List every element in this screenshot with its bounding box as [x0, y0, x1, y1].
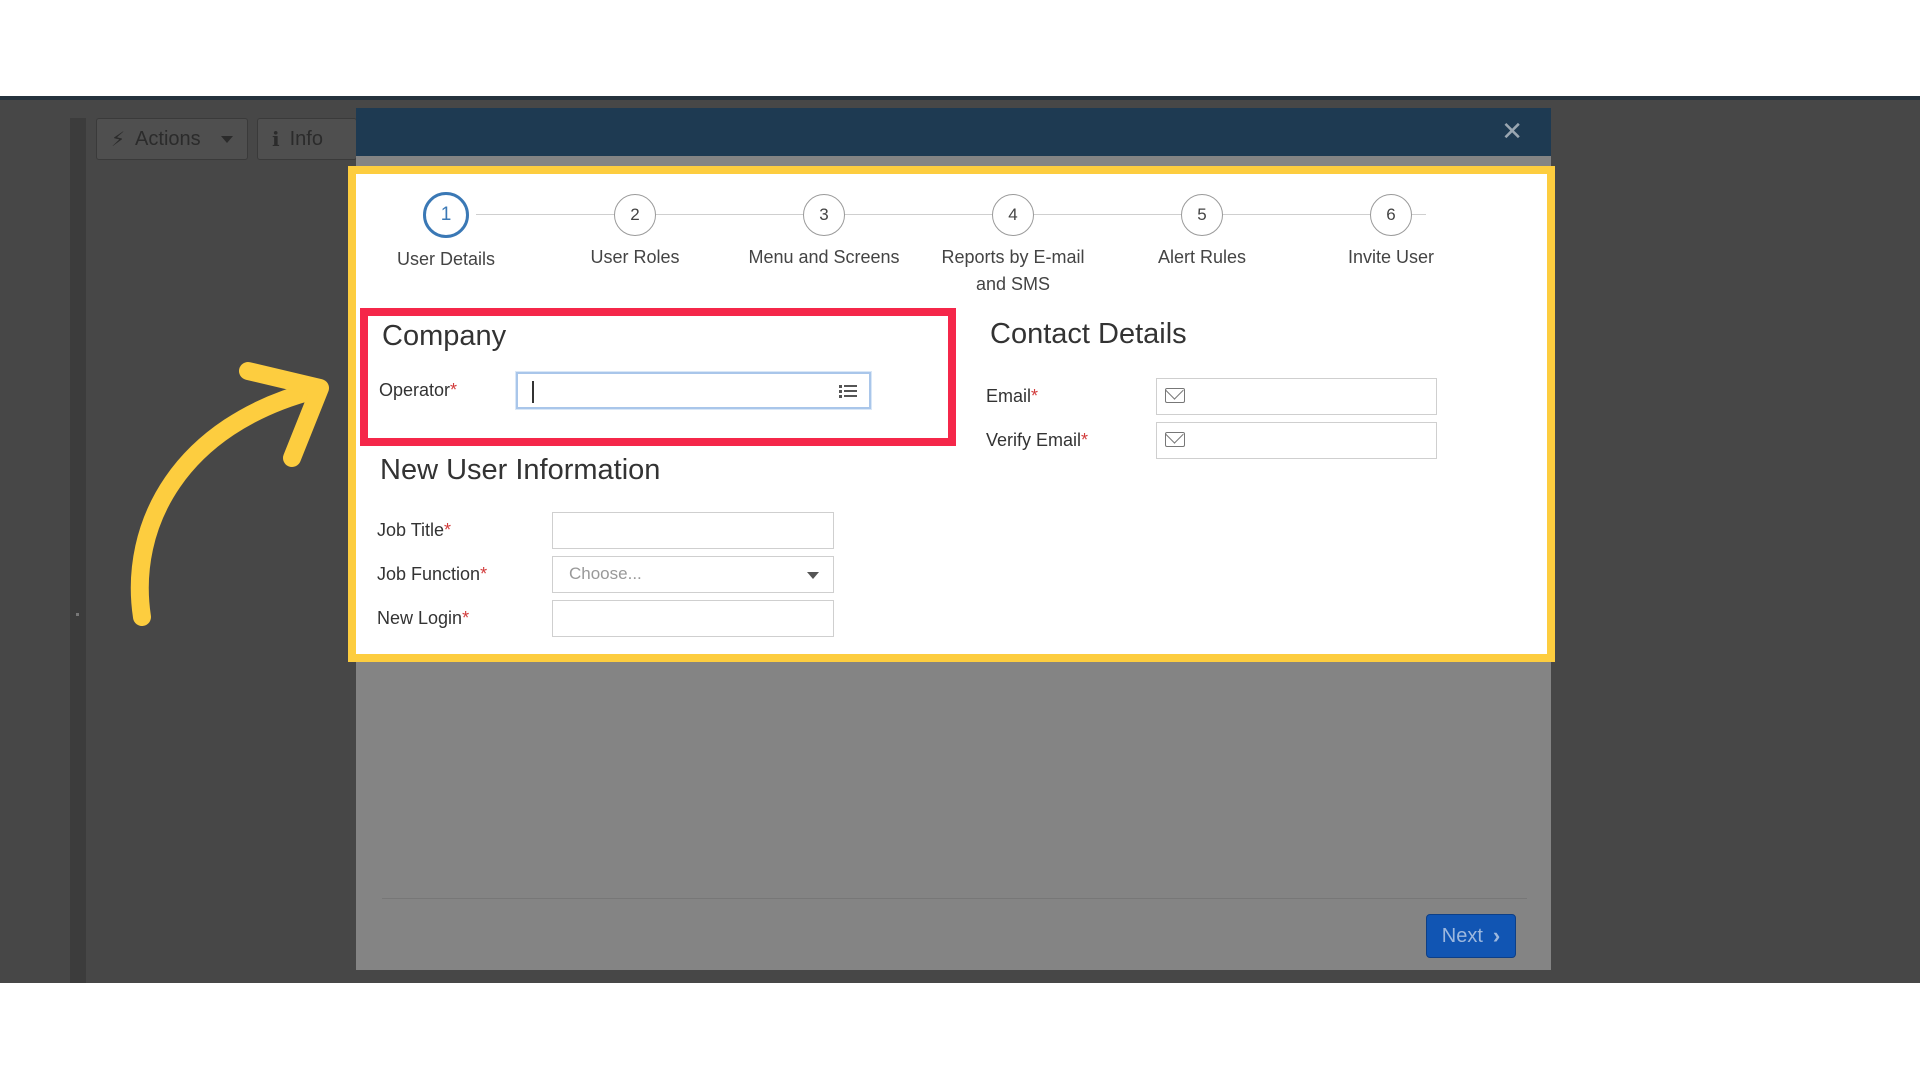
actions-button[interactable]: ⚡ Actions: [96, 118, 248, 160]
verify-email-label-text: Verify Email: [986, 430, 1082, 450]
new-login-label-text: New Login: [377, 608, 463, 628]
email-label: Email*: [986, 386, 1038, 407]
wizard-stepper: 1 User Details 2 User Roles 3 Menu and S…: [356, 184, 1547, 294]
info-icon: i: [272, 127, 280, 151]
job-function-placeholder: Choose...: [569, 564, 642, 583]
text-cursor: [532, 381, 534, 403]
verify-email-input[interactable]: [1156, 422, 1437, 459]
job-title-label: Job Title*: [377, 520, 451, 541]
step-circle: 4: [992, 194, 1034, 236]
company-highlight-box: Company Operator*: [360, 308, 956, 446]
job-title-label-text: Job Title: [377, 520, 445, 540]
operator-input[interactable]: [516, 372, 871, 409]
chevron-right-icon: ›: [1492, 923, 1501, 948]
step-user-roles[interactable]: 2 User Roles: [540, 194, 730, 271]
chevron-down-icon: [807, 572, 819, 579]
operator-label: Operator*: [379, 380, 457, 401]
new-login-label: New Login*: [377, 608, 469, 629]
background-sidebar: [70, 118, 86, 983]
modal-header: ✕: [356, 108, 1551, 156]
required-mark: *: [450, 380, 458, 400]
step-circle: 2: [614, 194, 656, 236]
step-label: Invite User: [1347, 247, 1435, 267]
next-label: Next: [1441, 924, 1483, 947]
step-user-details[interactable]: 1 User Details: [351, 192, 541, 273]
step-alert-rules[interactable]: 5 Alert Rules: [1107, 194, 1297, 271]
required-mark: *: [462, 608, 470, 628]
step-circle: 5: [1181, 194, 1223, 236]
envelope-icon: [1165, 388, 1185, 403]
footer-divider: [382, 898, 1527, 899]
step-label: Alert Rules: [1157, 247, 1247, 267]
required-mark: *: [444, 520, 452, 540]
bolt-icon: ⚡: [111, 128, 126, 151]
required-mark: *: [480, 564, 488, 584]
step-label: Menu and Screens: [748, 247, 900, 267]
required-mark: *: [1031, 386, 1039, 406]
step-label: Reports by E-mail and SMS: [941, 247, 1085, 294]
info-label: Info: [289, 127, 323, 150]
arrow-shaft: [130, 381, 324, 626]
envelope-icon: [1165, 432, 1185, 447]
actions-label: Actions: [135, 127, 201, 150]
job-function-label: Job Function*: [377, 564, 487, 585]
step-label: User Details: [396, 249, 496, 269]
new-login-input[interactable]: [552, 600, 834, 637]
job-title-input[interactable]: [552, 512, 834, 549]
next-button[interactable]: Next ›: [1426, 914, 1516, 958]
chevron-down-icon: [221, 135, 233, 143]
highlighted-form-panel: 1 User Details 2 User Roles 3 Menu and S…: [348, 166, 1555, 662]
step-invite-user[interactable]: 6 Invite User: [1296, 194, 1486, 271]
new-user-information-title: New User Information: [380, 454, 661, 486]
required-mark: *: [1081, 430, 1089, 450]
top-border: [0, 96, 1920, 100]
info-button[interactable]: i Info: [257, 118, 357, 160]
step-circle: 6: [1370, 194, 1412, 236]
job-function-label-text: Job Function: [377, 564, 481, 584]
step-circle: 1: [423, 192, 469, 238]
step-reports[interactable]: 4 Reports by E-mail and SMS: [918, 194, 1108, 298]
step-menu-and-screens[interactable]: 3 Menu and Screens: [729, 194, 919, 271]
email-input[interactable]: [1156, 378, 1437, 415]
curved-arrow-annotation: [130, 362, 329, 626]
job-function-select[interactable]: Choose...: [552, 556, 834, 593]
step-label: User Roles: [590, 247, 680, 267]
email-label-text: Email: [986, 386, 1032, 406]
list-icon[interactable]: [839, 384, 857, 399]
verify-email-label: Verify Email*: [986, 430, 1088, 451]
contact-details-title: Contact Details: [990, 318, 1187, 350]
company-title: Company: [382, 320, 507, 352]
close-icon[interactable]: ✕: [1501, 116, 1523, 146]
step-circle: 3: [803, 194, 845, 236]
operator-label-text: Operator: [379, 380, 451, 400]
sidebar-handle: [76, 613, 79, 616]
